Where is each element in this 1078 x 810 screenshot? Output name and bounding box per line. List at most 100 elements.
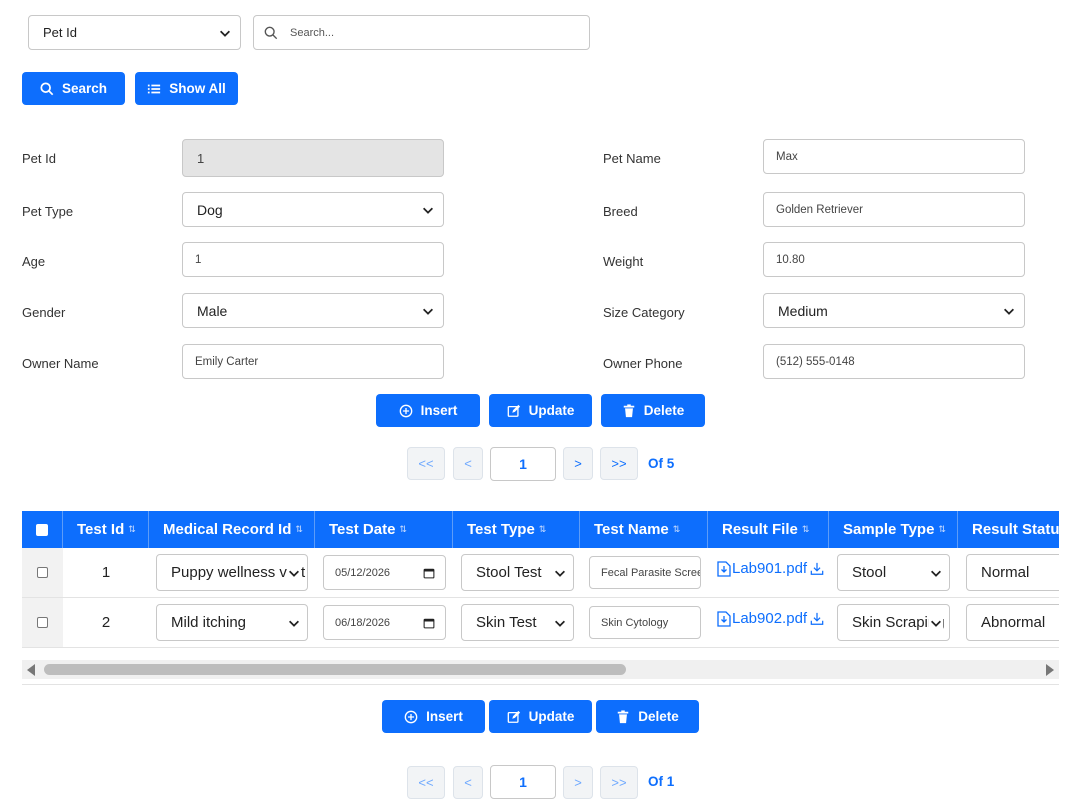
grid-pager-next-button[interactable]: > — [563, 766, 593, 799]
select-all-checkbox[interactable] — [36, 523, 48, 536]
sort-icon: ⇅ — [538, 524, 547, 534]
test-date-value: 06/18/2026 — [335, 616, 391, 629]
grid-pager-page-input[interactable]: 1 — [490, 765, 556, 799]
header-result-file-label: Result File — [722, 521, 798, 538]
grid-pager-first-button[interactable]: << — [407, 766, 445, 799]
result-file-link[interactable]: Lab901.pdf — [717, 560, 824, 577]
row-select-cell — [22, 598, 63, 647]
result-file-name: Lab901.pdf — [732, 560, 808, 577]
grid-pager-prev-label: < — [464, 775, 472, 790]
trash-icon — [623, 403, 634, 417]
header-sample-type-label: Sample Type — [843, 521, 935, 538]
grid-delete-button[interactable]: Delete — [596, 700, 699, 733]
row-checkbox[interactable] — [37, 617, 48, 628]
grid-horizontal-scrollbar[interactable] — [22, 660, 1059, 679]
test-date-input[interactable]: 05/12/2026 — [323, 555, 446, 590]
pet-name-value: Max — [776, 150, 798, 163]
update-button[interactable]: Update — [489, 394, 592, 427]
pager-next-button[interactable]: > — [563, 447, 593, 480]
pager-prev-button[interactable]: < — [453, 447, 483, 480]
test-type-value: Skin Test — [476, 614, 537, 631]
header-test-date[interactable]: Test Date ⇅ — [315, 511, 453, 548]
pager-total: Of 5 — [648, 456, 675, 471]
test-type-select[interactable]: Skin Test — [461, 604, 574, 641]
header-test-name-label: Test Name — [594, 521, 669, 538]
header-test-name[interactable]: Test Name ⇅ — [580, 511, 708, 548]
grid-pager-last-button[interactable]: >> — [600, 766, 638, 799]
search-button-label: Search — [61, 81, 108, 96]
table-row: 1 Puppy wellness visit 05/12/2026 Stool … — [22, 548, 1059, 598]
edit-icon — [507, 710, 520, 723]
pet-id-value: 1 — [197, 150, 205, 166]
result-file-link[interactable]: Lab902.pdf — [717, 610, 824, 627]
grid-divider — [22, 684, 1059, 685]
test-type-value: Stool Test — [476, 564, 542, 581]
header-test-id[interactable]: Test Id ⇅ — [63, 511, 149, 548]
owner-name-field[interactable]: Emily Carter — [182, 344, 444, 379]
sample-type-select[interactable]: Stool — [837, 554, 950, 591]
chevron-down-icon — [423, 308, 433, 315]
pager-page-input[interactable]: 1 — [490, 447, 556, 481]
gender-select[interactable]: Male — [182, 293, 444, 328]
show-all-button[interactable]: Show All — [135, 72, 238, 105]
cell-test-id: 2 — [63, 598, 149, 647]
search-input[interactable]: Search... — [253, 15, 590, 50]
test-name-input[interactable]: Fecal Parasite Screen — [589, 556, 701, 589]
grid-pager-last-label: >> — [611, 775, 627, 790]
medical-record-select[interactable]: Puppy wellness visit — [156, 554, 308, 591]
result-status-select[interactable]: Abnormal — [966, 604, 1059, 641]
plus-circle-icon — [399, 404, 412, 417]
pet-name-label: Pet Name — [603, 151, 661, 166]
header-test-type[interactable]: Test Type ⇅ — [453, 511, 580, 548]
grid-pager-prev-button[interactable]: < — [453, 766, 483, 799]
grid-insert-button[interactable]: Insert — [382, 700, 485, 733]
sample-type-select[interactable]: Skin Scraping — [837, 604, 950, 641]
header-result-status[interactable]: Result Status — [958, 511, 1059, 548]
download-icon — [810, 612, 824, 625]
gender-value: Male — [197, 302, 228, 319]
chevron-down-icon — [287, 615, 301, 630]
test-date-value: 05/12/2026 — [335, 566, 391, 579]
age-field[interactable]: 1 — [182, 242, 444, 277]
chevron-down-icon — [929, 565, 943, 580]
size-category-select[interactable]: Medium — [763, 293, 1025, 328]
pet-name-field[interactable]: Max — [763, 139, 1025, 174]
size-category-value: Medium — [778, 302, 828, 319]
pager-last-label: >> — [611, 456, 627, 471]
chevron-down-icon — [220, 30, 230, 37]
delete-button[interactable]: Delete — [601, 394, 705, 427]
search-button[interactable]: Search — [22, 72, 125, 105]
breed-field[interactable]: Golden Retriever — [763, 192, 1025, 227]
test-type-select[interactable]: Stool Test — [461, 554, 574, 591]
result-status-select[interactable]: Normal — [966, 554, 1059, 591]
header-medical-record-id[interactable]: Medical Record Id ⇅ — [149, 511, 315, 548]
header-test-id-label: Test Id — [77, 521, 125, 538]
grid-update-button[interactable]: Update — [489, 700, 592, 733]
scrollbar-thumb[interactable] — [44, 664, 626, 675]
owner-phone-field[interactable]: (512) 555-0148 — [763, 344, 1025, 379]
pager-first-label: << — [418, 456, 434, 471]
test-name-input[interactable]: Skin Cytology — [589, 606, 701, 639]
pager-last-button[interactable]: >> — [600, 447, 638, 480]
weight-field[interactable]: 10.80 — [763, 242, 1025, 277]
pet-type-select[interactable]: Dog — [182, 192, 444, 227]
insert-button[interactable]: Insert — [376, 394, 480, 427]
medical-record-select[interactable]: Mild itching — [156, 604, 308, 641]
grid-insert-button-label: Insert — [426, 709, 463, 724]
size-category-label: Size Category — [603, 305, 685, 320]
row-select-cell — [22, 548, 63, 597]
search-field-select[interactable]: Pet Id — [28, 15, 241, 50]
calendar-icon — [423, 618, 435, 628]
file-download-icon — [717, 560, 731, 577]
header-sample-type[interactable]: Sample Type ⇅ — [829, 511, 958, 548]
scroll-right-arrow-icon[interactable] — [1046, 664, 1054, 676]
row-checkbox[interactable] — [37, 567, 48, 578]
grid-delete-button-label: Delete — [638, 709, 679, 724]
pager-first-button[interactable]: << — [407, 447, 445, 480]
medical-record-value: Puppy wellness visit — [171, 564, 306, 581]
search-icon — [40, 81, 54, 95]
grid-pager-first-label: << — [418, 775, 434, 790]
header-result-file[interactable]: Result File ⇅ — [708, 511, 829, 548]
test-date-input[interactable]: 06/18/2026 — [323, 605, 446, 640]
scroll-left-arrow-icon[interactable] — [27, 664, 35, 676]
